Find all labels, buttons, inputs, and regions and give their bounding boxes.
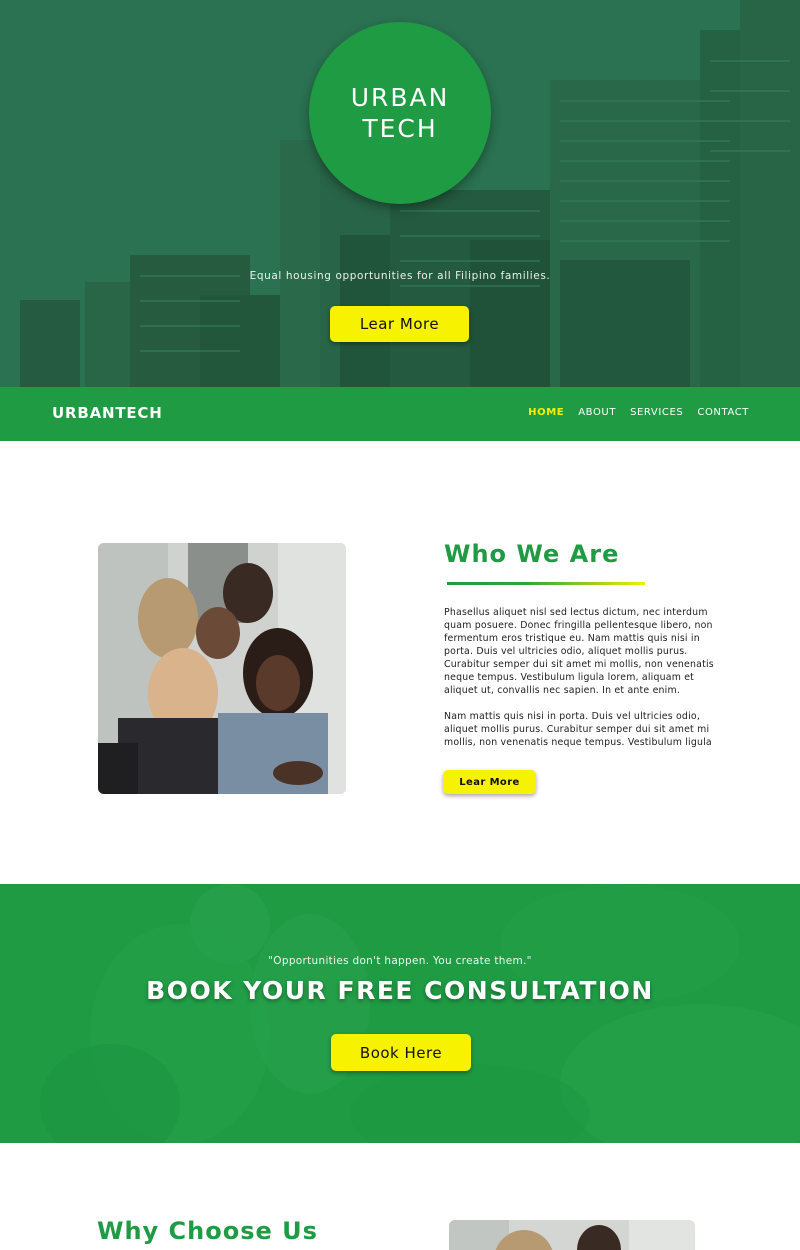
consultation-quote: "Opportunities don't happen. You create … xyxy=(268,955,532,967)
nav-link-services[interactable]: SERVICES xyxy=(630,407,683,418)
nav-link-home[interactable]: HOME xyxy=(528,407,564,418)
nav-links: HOME ABOUT SERVICES CONTACT xyxy=(528,407,749,418)
who-we-are-learn-more-button[interactable]: Lear More xyxy=(443,770,536,794)
hero-badge-line1: URBAN xyxy=(350,83,450,112)
hero-tagline: Equal housing opportunities for all Fili… xyxy=(249,270,551,282)
why-choose-us-title: Why Choose Us xyxy=(97,1217,318,1245)
consultation-section: "Opportunities don't happen. You create … xyxy=(0,884,800,1143)
who-we-are-paragraph-1: Phasellus aliquet nisl sed lectus dictum… xyxy=(444,607,714,696)
hero-badge-line2: TECH xyxy=(362,114,438,143)
hero-section: URBAN TECH Equal housing opportunities f… xyxy=(0,0,800,387)
who-we-are-paragraph-2: Nam mattis quis nisi in porta. Duis vel … xyxy=(444,711,712,748)
why-choose-us-photo xyxy=(449,1220,695,1250)
navbar-logo[interactable]: URBANTECH xyxy=(52,404,163,422)
main-navbar: URBANTECH HOME ABOUT SERVICES CONTACT xyxy=(0,387,800,441)
consultation-title: BOOK YOUR FREE CONSULTATION xyxy=(146,976,654,1005)
who-we-are-photo xyxy=(98,543,346,794)
hero-logo-badge: URBAN TECH xyxy=(309,22,491,204)
nav-link-about[interactable]: ABOUT xyxy=(578,407,616,418)
hero-learn-more-button[interactable]: Lear More xyxy=(330,306,469,342)
book-here-button[interactable]: Book Here xyxy=(331,1034,471,1071)
consultation-background-image xyxy=(0,884,800,1143)
nav-link-contact[interactable]: CONTACT xyxy=(697,407,749,418)
who-we-are-underline xyxy=(447,582,645,585)
who-we-are-title: Who We Are xyxy=(444,540,620,568)
